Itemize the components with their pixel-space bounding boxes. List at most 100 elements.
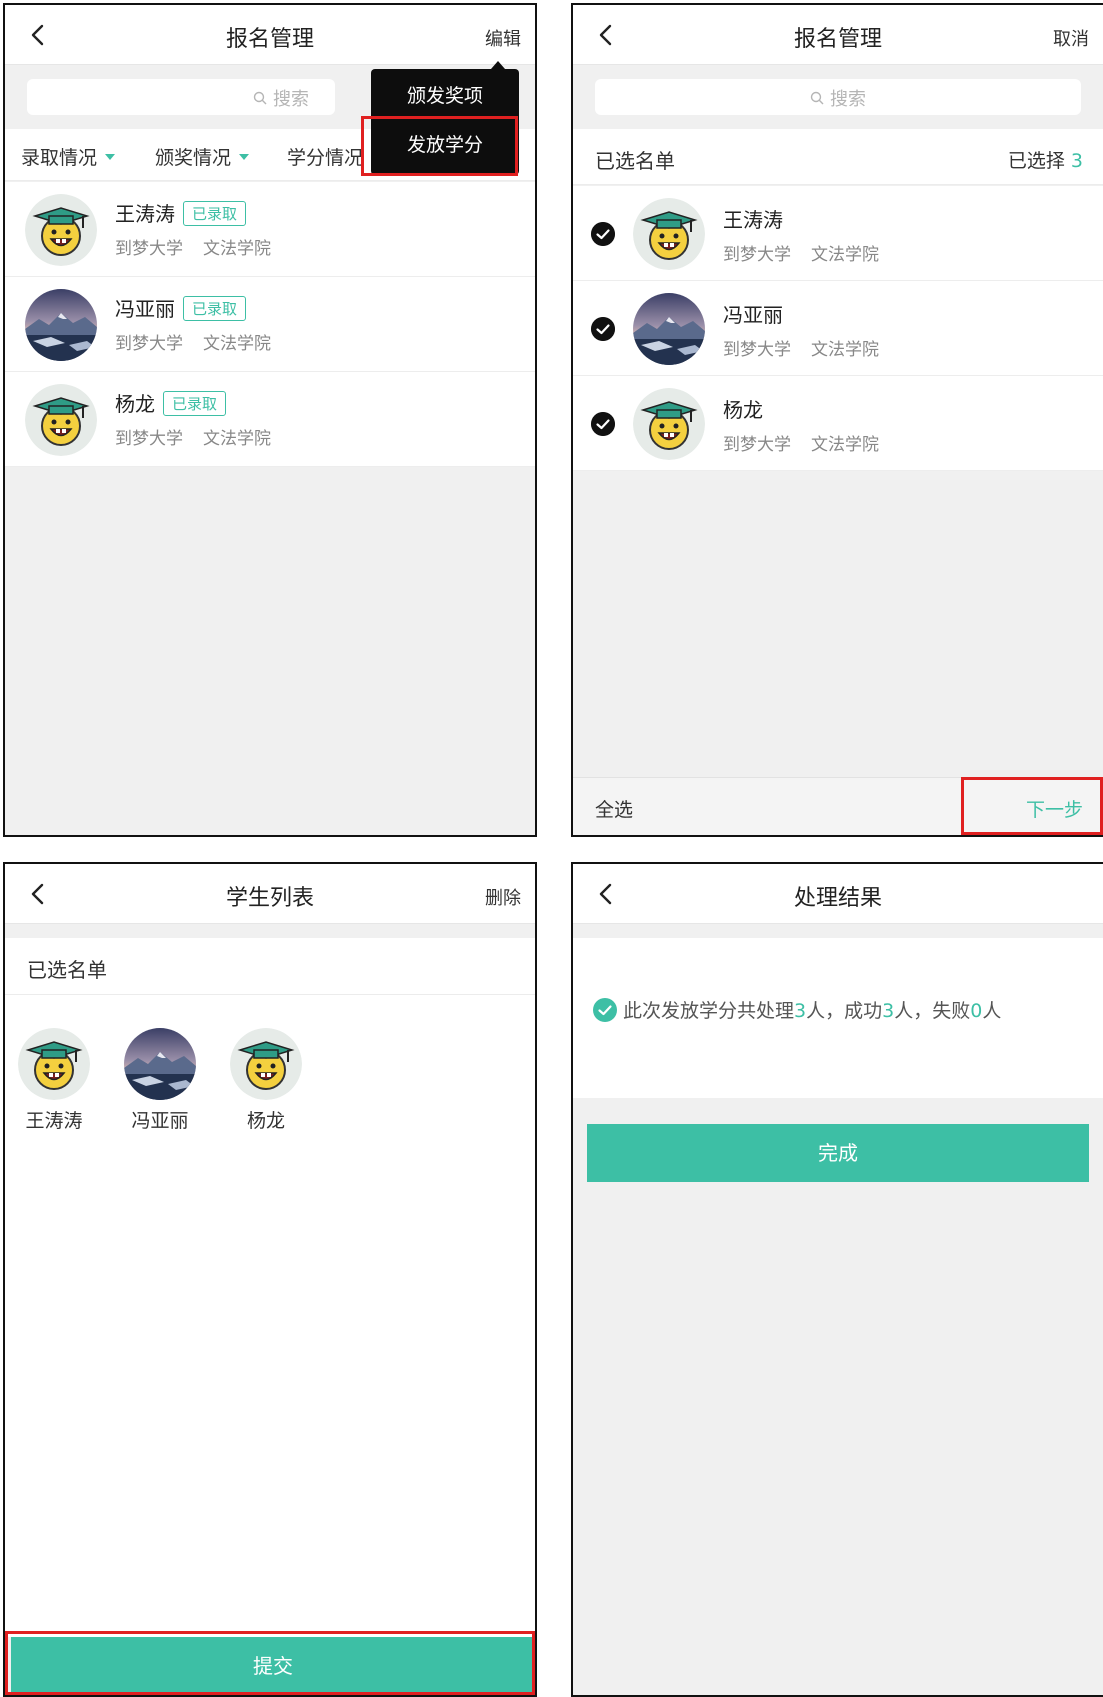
mountain-photo: [124, 1028, 196, 1100]
total-count: 3: [794, 1000, 807, 1022]
search-placeholder: 搜索: [273, 89, 309, 110]
selected-student[interactable]: 王涛涛: [16, 1028, 92, 1133]
screen-process-result: 处理结果 此次发放学分共处理3人，成功3人，失败0人 完成: [571, 862, 1103, 1697]
list-item[interactable]: 冯亚丽 到梦大学 文法学院: [573, 281, 1103, 376]
college: 文法学院: [203, 239, 271, 259]
student-name: 杨龙: [246, 1110, 285, 1132]
student-name: 冯亚丽: [131, 1110, 189, 1132]
status-badge: 已录取: [163, 391, 227, 416]
filter-award[interactable]: 颁奖情况: [155, 143, 250, 170]
avatar: [25, 384, 97, 456]
graduate-face-icon: [633, 198, 705, 270]
school: 到梦大学: [115, 429, 183, 449]
student-list: 王涛涛 到梦大学 文法学院 冯亚丽 到梦大学 文法学院 杨龙 到梦大学 文法学院: [573, 186, 1103, 471]
college: 文法学院: [811, 245, 879, 265]
screen-signup-management: 报名管理 编辑 搜索 录取情况 颁奖情况 学分情况 王涛涛 已录取 到梦大学 文法学…: [3, 3, 537, 837]
list-item[interactable]: 杨龙 到梦大学 文法学院: [573, 376, 1103, 471]
page-title: 学生列表: [225, 886, 314, 911]
avatar: [633, 293, 705, 365]
filter-label: 颁奖情况: [155, 147, 232, 169]
student-name: 杨龙: [115, 392, 155, 416]
list-item[interactable]: 杨龙 已录取 到梦大学 文法学院: [5, 372, 535, 467]
edit-button[interactable]: 编辑: [485, 25, 521, 51]
checked-icon[interactable]: [591, 317, 615, 341]
result-mid1: 人，成功: [806, 1000, 883, 1022]
student-list: 王涛涛 已录取 到梦大学 文法学院 冯亚丽 已录取 到梦大学 文法学院 杨龙 已录取 到梦…: [5, 182, 535, 467]
college: 文法学院: [811, 435, 879, 455]
list-item[interactable]: 王涛涛 到梦大学 文法学院: [573, 186, 1103, 281]
mountain-photo: [25, 289, 97, 361]
graduate-face-icon: [25, 384, 97, 456]
page-title: 报名管理: [225, 27, 314, 52]
student-name: 杨龙: [723, 398, 763, 422]
filter-admission[interactable]: 录取情况: [21, 143, 116, 170]
school: 到梦大学: [115, 239, 183, 259]
search-icon: [253, 91, 267, 105]
college: 文法学院: [811, 340, 879, 360]
section-title: 已选名单: [595, 149, 675, 173]
student-name: 王涛涛: [115, 202, 175, 226]
success-check-icon: [593, 998, 617, 1022]
cancel-button[interactable]: 取消: [1053, 25, 1089, 51]
graduate-face-icon: [18, 1028, 90, 1100]
search-input[interactable]: 搜索: [595, 79, 1081, 115]
screen-student-list: 学生列表 删除 已选名单 王涛涛 冯亚丽 杨龙 提交: [3, 862, 537, 1697]
selected-label: 已选择: [1007, 150, 1065, 172]
avatar: [633, 198, 705, 270]
search-placeholder: 搜索: [830, 89, 866, 110]
list-item[interactable]: 冯亚丽 已录取 到梦大学 文法学院: [5, 277, 535, 372]
success-count: 3: [882, 1000, 895, 1022]
selected-count-label: 已选择 3: [1008, 146, 1083, 173]
highlight-box: [361, 116, 518, 176]
checked-icon[interactable]: [591, 412, 615, 436]
search-input[interactable]: 搜索: [27, 79, 335, 115]
caret-down-icon: [105, 153, 116, 160]
filter-label: 学分情况: [287, 147, 364, 169]
search-icon: [810, 91, 824, 105]
result-suffix: 人: [982, 1000, 1002, 1022]
result-prefix: 此次发放学分共处理: [623, 1000, 795, 1022]
graduate-face-icon: [633, 388, 705, 460]
checked-icon[interactable]: [591, 222, 615, 246]
selected-student[interactable]: 杨龙: [228, 1028, 304, 1133]
selected-list-header: 已选名单 已选择 3: [573, 129, 1103, 185]
avatar: [230, 1028, 302, 1100]
menu-item-award[interactable]: 颁发奖项: [371, 81, 519, 108]
avatar: [124, 1028, 196, 1100]
nav-bar: 学生列表 删除: [5, 864, 535, 924]
avatar: [25, 194, 97, 266]
student-name: 王涛涛: [25, 1110, 83, 1132]
section-title: 已选名单: [27, 958, 107, 982]
school: 到梦大学: [723, 340, 791, 360]
list-item[interactable]: 王涛涛 已录取 到梦大学 文法学院: [5, 182, 535, 277]
mountain-photo: [633, 293, 705, 365]
college: 文法学院: [203, 334, 271, 354]
student-name: 冯亚丽: [723, 303, 783, 327]
status-badge: 已录取: [183, 201, 247, 226]
search-area: 搜索: [573, 65, 1103, 129]
result-message: 此次发放学分共处理3人，成功3人，失败0人: [593, 996, 1001, 1024]
graduate-face-icon: [25, 194, 97, 266]
caret-down-icon: [239, 153, 250, 160]
filter-credit[interactable]: 学分情况: [287, 143, 363, 170]
screen-select-students: 报名管理 取消 搜索 已选名单 已选择 3 王涛涛 到梦大学 文法学院 冯亚丽 到…: [571, 3, 1103, 837]
status-badge: 已录取: [183, 296, 247, 321]
failed-count: 0: [970, 1000, 983, 1022]
delete-button[interactable]: 删除: [485, 884, 521, 910]
selected-student[interactable]: 冯亚丽: [122, 1028, 198, 1133]
page-title: 报名管理: [793, 27, 882, 52]
done-button[interactable]: 完成: [587, 1124, 1089, 1182]
school: 到梦大学: [115, 334, 183, 354]
result-mid2: 人，失败: [894, 1000, 971, 1022]
nav-bar: 报名管理 编辑: [5, 5, 535, 65]
graduate-face-icon: [230, 1028, 302, 1100]
highlight-box: [961, 777, 1103, 835]
nav-bar: 报名管理 取消: [573, 5, 1103, 65]
select-all-button[interactable]: 全选: [595, 795, 633, 822]
filter-label: 录取情况: [21, 147, 98, 169]
selected-count: 3: [1070, 150, 1083, 172]
avatar: [18, 1028, 90, 1100]
student-name: 冯亚丽: [115, 297, 175, 321]
avatar: [633, 388, 705, 460]
school: 到梦大学: [723, 435, 791, 455]
